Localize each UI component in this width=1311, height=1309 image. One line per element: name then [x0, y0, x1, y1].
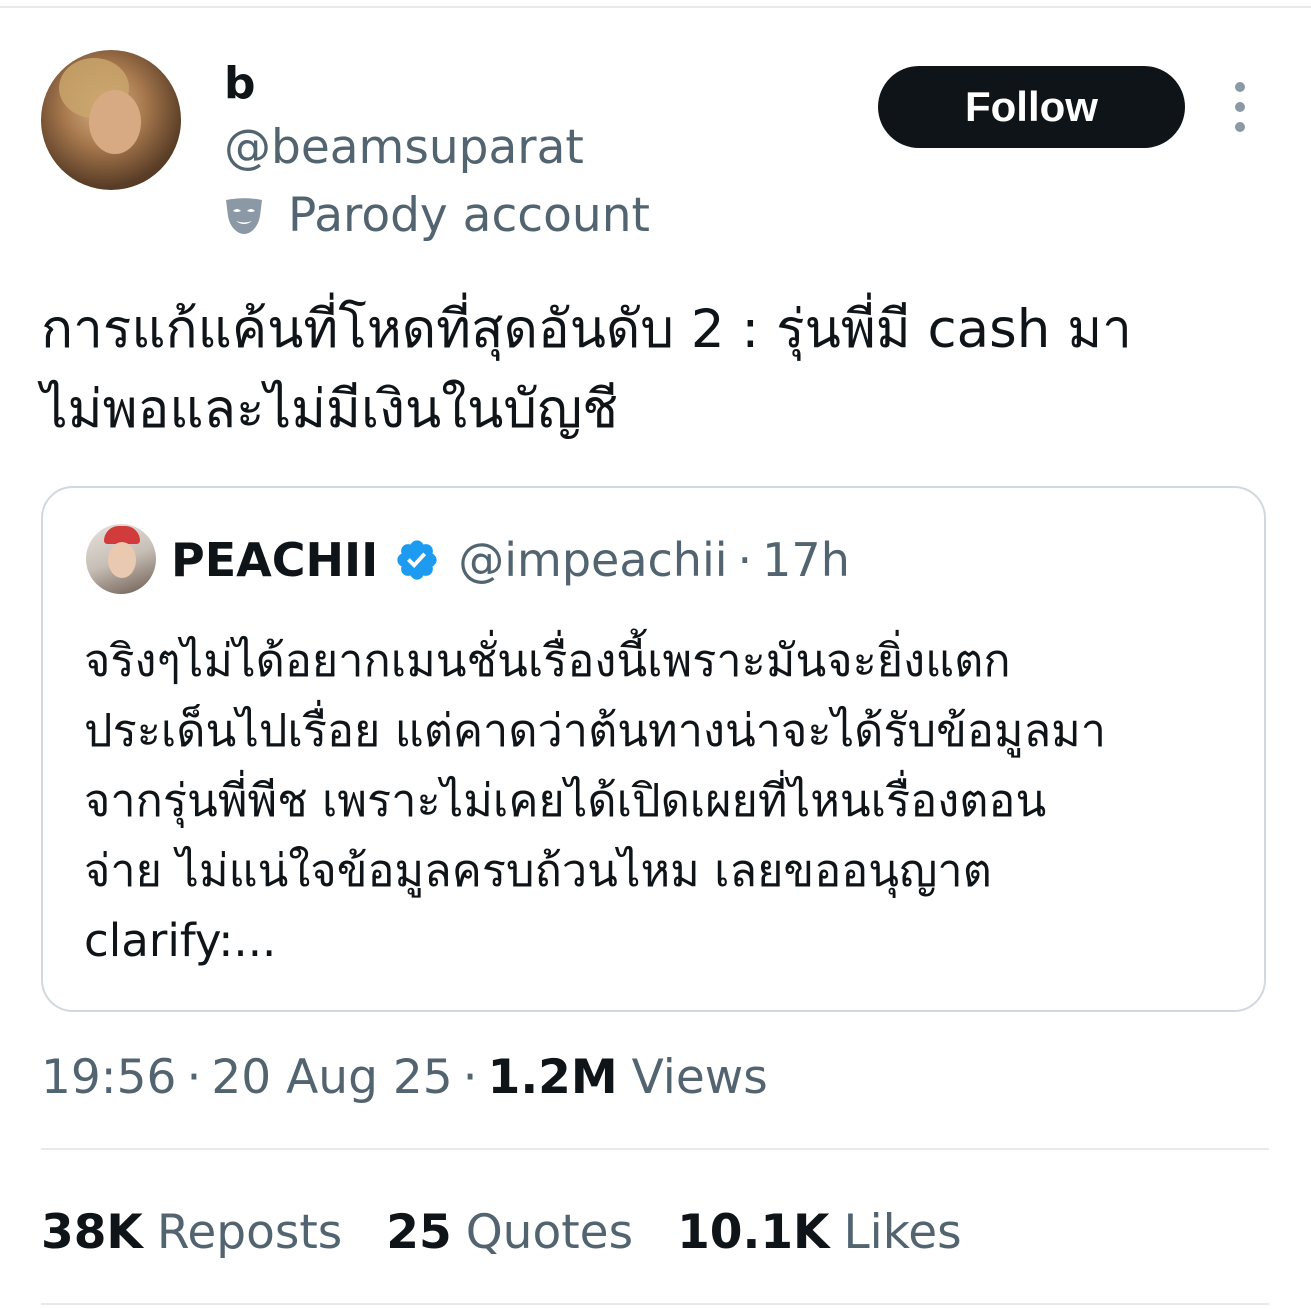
meta-separator: ·	[462, 1049, 478, 1105]
quoted-tweet-text: จริงๆไม่ได้อยากเมนชั่นเรื่องนี้เพราะมันจ…	[84, 634, 1107, 967]
more-dot	[1235, 82, 1245, 92]
more-dot	[1235, 122, 1245, 132]
quoted-author-avatar[interactable]	[86, 524, 156, 594]
quoted-tweet-header: PEACHII @impeachii · 17h	[171, 528, 850, 592]
views-count[interactable]: 1.2M	[488, 1050, 618, 1105]
tweet-date[interactable]: 20 Aug 25	[211, 1050, 452, 1105]
engagement-stats: 38K Reposts 25 Quotes 10.1K Likes	[41, 1200, 1006, 1264]
likes-stat[interactable]: 10.1K Likes	[677, 1205, 962, 1260]
verified-badge-icon	[394, 537, 440, 583]
tweet-text: การแก้แค้นที่โหดที่สุดอันดับ 2 : รุ่นพี่…	[41, 299, 1132, 440]
reposts-stat[interactable]: 38K Reposts	[41, 1205, 342, 1260]
author-handle[interactable]: @beamsuparat	[224, 118, 584, 178]
top-divider	[0, 6, 1311, 8]
stats-divider-bottom	[41, 1303, 1269, 1305]
quoted-tweet-card[interactable]: PEACHII @impeachii · 17h จริงๆไม่ได้อยาก…	[41, 486, 1266, 1012]
quotes-label: Quotes	[465, 1204, 634, 1260]
more-options-icon[interactable]	[1222, 82, 1258, 132]
parody-label-row: Parody account	[222, 186, 650, 246]
avatar-face	[89, 90, 141, 154]
likes-count: 10.1K	[677, 1204, 830, 1260]
header-separator: ·	[737, 533, 753, 587]
quoted-author-handle[interactable]: @impeachii	[458, 533, 727, 587]
quotes-count: 25	[386, 1204, 452, 1260]
author-avatar[interactable]	[41, 50, 181, 190]
views-label: Views	[631, 1049, 768, 1105]
author-display-name[interactable]: b	[224, 56, 256, 112]
quoted-tweet-time[interactable]: 17h	[762, 533, 850, 587]
tweet-time[interactable]: 19:56	[41, 1050, 176, 1105]
quoted-author-name[interactable]: PEACHII	[171, 533, 378, 587]
parody-account-label: Parody account	[288, 188, 650, 243]
meta-separator: ·	[186, 1049, 202, 1105]
more-dot	[1235, 102, 1245, 112]
reposts-count: 38K	[41, 1204, 143, 1260]
quotes-stat[interactable]: 25 Quotes	[386, 1205, 633, 1260]
theater-mask-icon	[222, 194, 266, 238]
likes-label: Likes	[843, 1204, 962, 1260]
reposts-label: Reposts	[156, 1204, 343, 1260]
follow-button[interactable]: Follow	[878, 66, 1185, 148]
stats-divider-top	[41, 1148, 1269, 1150]
avatar-face	[108, 542, 136, 578]
tweet-meta: 19:56 · 20 Aug 25 · 1.2M Views	[41, 1045, 768, 1109]
